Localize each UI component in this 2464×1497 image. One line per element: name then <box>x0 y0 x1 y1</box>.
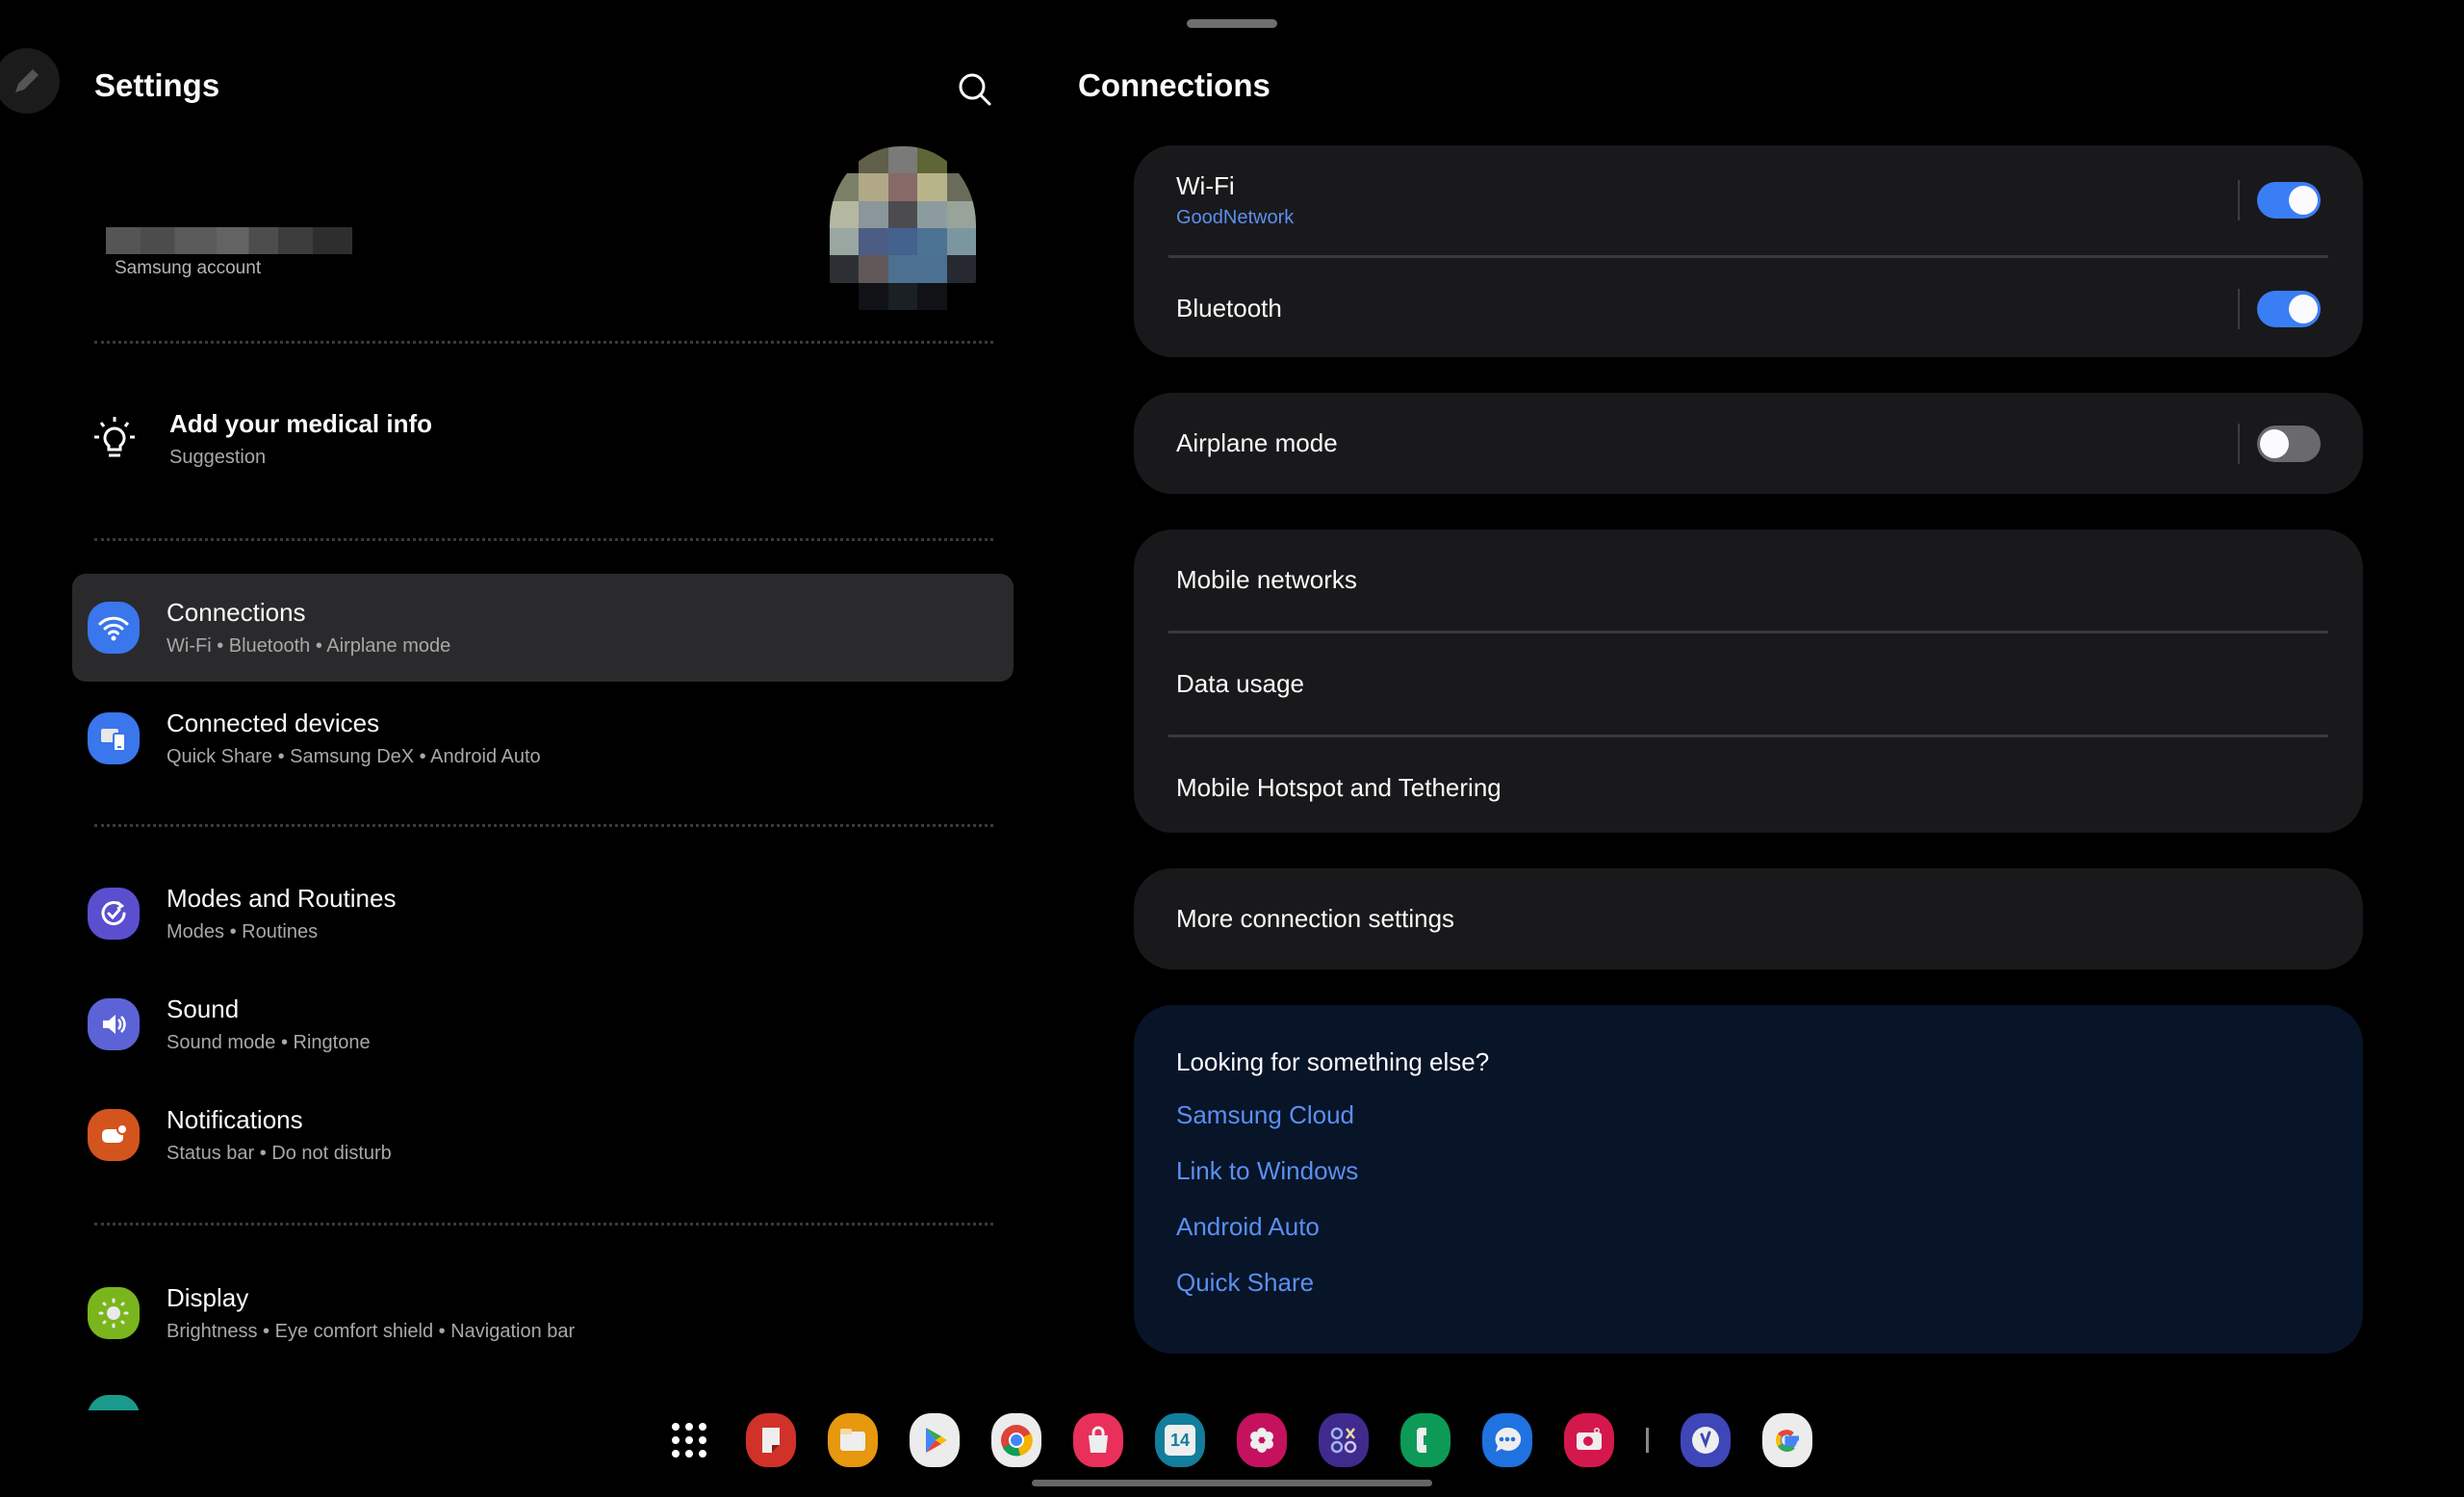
row-label: Data usage <box>1176 669 1304 698</box>
taskbar-divider <box>1646 1428 1649 1453</box>
page-title: Settings <box>94 67 220 103</box>
item-title: Battery <box>167 1407 245 1411</box>
split-drag-handle[interactable] <box>1187 19 1277 28</box>
item-subtitle: Wi-Fi • Bluetooth • Airplane mode <box>167 635 451 657</box>
help-title: Looking for something else? <box>1176 1047 1490 1076</box>
divider <box>2238 423 2240 464</box>
camera-icon[interactable] <box>1564 1413 1614 1467</box>
item-subtitle: Quick Share • Samsung DeX • Android Auto <box>167 746 541 767</box>
search-button[interactable] <box>953 67 999 114</box>
gallery-icon[interactable] <box>1237 1413 1287 1467</box>
divider <box>2238 180 2240 220</box>
link-samsung-cloud[interactable]: Samsung Cloud <box>1134 1087 2363 1143</box>
sidebar-item-battery[interactable]: Battery <box>72 1367 1014 1410</box>
my-files-icon[interactable] <box>828 1413 878 1467</box>
item-title: Sound <box>167 994 240 1023</box>
item-title: Display <box>167 1283 249 1312</box>
galaxy-store-icon[interactable] <box>1073 1413 1123 1467</box>
bluetooth-label: Bluetooth <box>1176 294 1282 323</box>
more-settings-card: More connection settings <box>1134 868 2363 969</box>
row-label: Mobile Hotspot and Tethering <box>1176 773 1502 802</box>
suggestion-title: Add your medical info <box>169 409 433 438</box>
looking-for-something-else-card: Looking for something else? Samsung Clou… <box>1134 1005 2363 1354</box>
link-quick-share[interactable]: Quick Share <box>1134 1254 2363 1310</box>
play-store-icon[interactable] <box>910 1413 960 1467</box>
item-title: Modes and Routines <box>167 884 397 913</box>
connected-devices-icon <box>88 712 140 764</box>
account-name-redacted <box>106 227 352 254</box>
sidebar-item-modes-routines[interactable]: Modes and Routines Modes • Routines <box>72 860 1014 968</box>
row-label: Mobile networks <box>1176 565 1357 594</box>
airplane-mode-toggle[interactable] <box>2257 425 2321 462</box>
game-launcher-icon[interactable] <box>1319 1413 1369 1467</box>
mobile-networks-row[interactable]: Mobile networks <box>1134 529 2363 631</box>
more-connection-settings-row[interactable]: More connection settings <box>1134 868 2363 969</box>
search-icon <box>959 73 991 106</box>
item-title: Connected devices <box>167 709 380 737</box>
detail-title: Connections <box>1078 67 1270 103</box>
wifi-network-name: GoodNetwork <box>1176 207 1295 228</box>
sidebar-item-connections[interactable]: Connections Wi-Fi • Bluetooth • Airplane… <box>72 574 1014 682</box>
wifi-label: Wi-Fi <box>1176 171 1235 200</box>
airplane-card: Airplane mode <box>1134 393 2363 494</box>
wifi-toggle[interactable] <box>2257 182 2321 219</box>
battery-icon <box>88 1395 140 1410</box>
account-subtitle: Samsung account <box>115 258 262 278</box>
pencil-icon <box>15 69 38 92</box>
item-title: Notifications <box>167 1105 303 1134</box>
item-title: Connections <box>167 598 306 627</box>
wifi-row[interactable]: Wi-Fi GoodNetwork <box>1134 145 2363 255</box>
edit-button[interactable] <box>0 48 60 114</box>
google-icon[interactable] <box>1762 1413 1812 1467</box>
apps-grid-icon[interactable] <box>664 1413 714 1467</box>
chrome-icon[interactable] <box>991 1413 1041 1467</box>
lightbulb-icon <box>94 417 135 457</box>
link-link-to-windows[interactable]: Link to Windows <box>1134 1143 2363 1199</box>
airplane-mode-row[interactable]: Airplane mode <box>1134 393 2363 494</box>
wifi-icon <box>88 602 140 654</box>
home-gesture-bar[interactable] <box>1032 1480 1432 1486</box>
item-subtitle: Modes • Routines <box>167 921 319 942</box>
suggestion-medical-info[interactable]: Add your medical info Suggestion <box>89 409 432 469</box>
sidebar-item-display[interactable]: Display Brightness • Eye comfort shield … <box>72 1259 1014 1367</box>
row-label: More connection settings <box>1176 904 1455 933</box>
avatar[interactable] <box>830 146 976 310</box>
airplane-mode-label: Airplane mode <box>1176 428 1338 457</box>
sidebar-item-connected-devices[interactable]: Connected devices Quick Share • Samsung … <box>72 684 1014 792</box>
bluetooth-row[interactable]: Bluetooth <box>1134 258 2363 359</box>
suggestion-subtitle: Suggestion <box>169 447 267 468</box>
scroll-clip: Battery <box>0 1367 1020 1410</box>
notification-icon <box>88 1109 140 1161</box>
divider <box>94 341 993 344</box>
data-usage-row[interactable]: Data usage <box>1134 633 2363 735</box>
mobile-card: Mobile networks Data usage Mobile Hotspo… <box>1134 529 2363 833</box>
speaker-icon <box>88 998 140 1050</box>
divider <box>2238 288 2240 329</box>
item-subtitle: Status bar • Do not disturb <box>167 1143 392 1164</box>
calendar-date: 14 <box>1165 1425 1195 1456</box>
divider <box>94 1223 993 1226</box>
taskbar: 14 <box>664 1413 1844 1467</box>
calendar-icon[interactable]: 14 <box>1155 1413 1205 1467</box>
bluetooth-toggle[interactable] <box>2257 290 2321 327</box>
divider <box>94 824 993 827</box>
sun-icon <box>88 1287 140 1339</box>
sidebar-item-sound[interactable]: Sound Sound mode • Ringtone <box>72 970 1014 1078</box>
wifi-bluetooth-card: Wi-Fi GoodNetwork Bluetooth <box>1134 145 2363 357</box>
divider <box>94 538 993 541</box>
samsung-app-v-icon[interactable] <box>1681 1413 1731 1467</box>
link-android-auto[interactable]: Android Auto <box>1134 1199 2363 1254</box>
item-subtitle: Sound mode • Ringtone <box>167 1032 371 1053</box>
routines-check-icon <box>88 888 140 940</box>
samsung-account[interactable]: Samsung account <box>106 227 356 279</box>
phone-icon[interactable] <box>1400 1413 1450 1467</box>
sidebar-item-notifications[interactable]: Notifications Status bar • Do not distur… <box>72 1081 1014 1189</box>
messages-icon[interactable] <box>1482 1413 1532 1467</box>
hotspot-tethering-row[interactable]: Mobile Hotspot and Tethering <box>1134 737 2363 839</box>
item-subtitle: Brightness • Eye comfort shield • Naviga… <box>167 1321 576 1342</box>
samsung-notes-icon[interactable] <box>746 1413 796 1467</box>
